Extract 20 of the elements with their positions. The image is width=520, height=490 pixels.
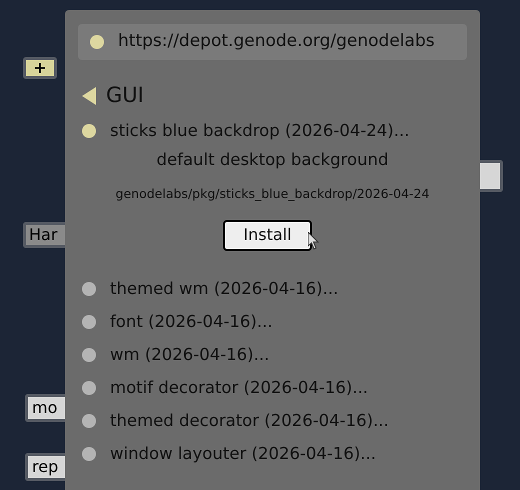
graph-node[interactable]: mo [25, 394, 65, 422]
graph-node[interactable]: Har [23, 222, 65, 248]
package-item[interactable]: window layouter (2026-04-16)... [78, 438, 467, 470]
depot-bar[interactable]: https://depot.genode.org/genodelabs [78, 24, 467, 60]
package-item[interactable]: wm (2026-04-16)... [78, 338, 467, 372]
package-item[interactable]: themed wm (2026-04-16)... [78, 272, 467, 306]
graph-node[interactable]: rep [25, 453, 65, 481]
package-item[interactable]: sticks blue backdrop (2026-04-24)... [78, 116, 467, 146]
add-button[interactable]: + [23, 57, 57, 79]
install-button[interactable]: Install [223, 220, 312, 250]
package-item[interactable]: themed decorator (2026-04-16)... [78, 404, 467, 438]
depot-url: https://depot.genode.org/genodelabs [118, 30, 435, 54]
package-item[interactable]: font (2026-04-16)... [78, 306, 467, 338]
package-path: genodelabs/pkg/sticks_blue_backdrop/2026-04-24 [116, 184, 430, 203]
cursor-icon [308, 232, 320, 250]
graph-node[interactable] [480, 160, 503, 192]
back-arrow-icon[interactable] [82, 87, 96, 105]
package-description: default desktop background [156, 149, 388, 171]
category-title: GUI [106, 82, 144, 110]
package-item[interactable]: motif decorator (2026-04-16)... [78, 372, 467, 404]
